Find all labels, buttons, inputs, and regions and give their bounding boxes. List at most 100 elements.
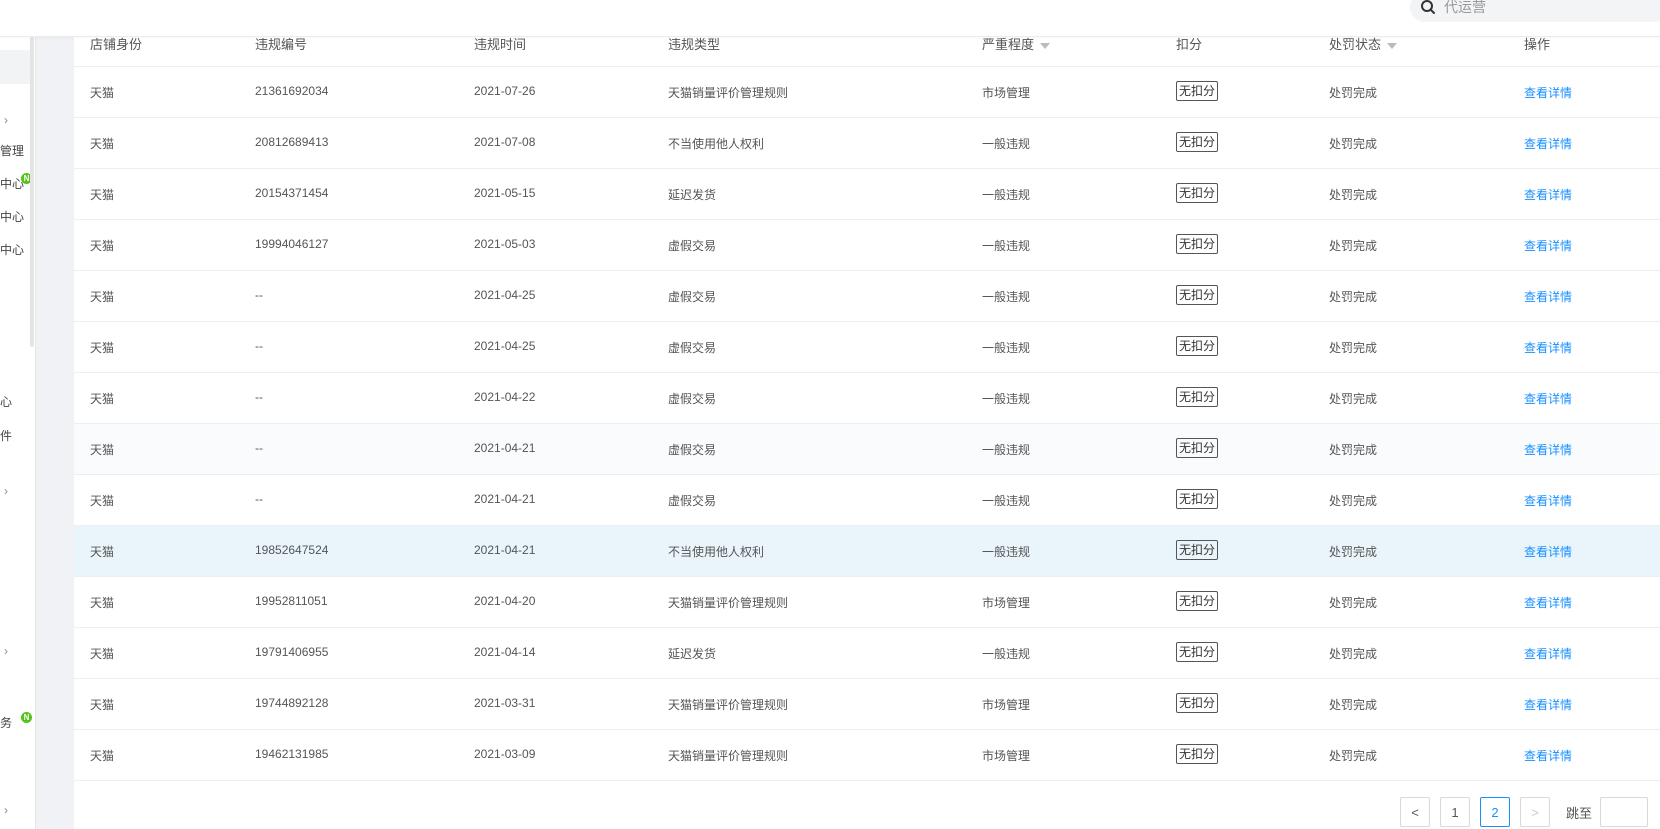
chevron-right-icon[interactable]: ›	[4, 644, 8, 658]
cell-shop: 天猫	[90, 341, 115, 355]
sidebar-item-label[interactable]: 务	[0, 714, 12, 731]
table-row[interactable]: 天猫 19952811051 2021-04-20 天猫销量评价管理规则 市场管理 无扣分…	[74, 576, 1660, 627]
cell-violation-type: 延迟发货	[668, 647, 717, 661]
content-gutter	[36, 37, 74, 829]
search-box[interactable]	[1410, 0, 1660, 22]
cell-violation-type: 延迟发货	[668, 188, 717, 202]
cell-severity: 市场管理	[982, 86, 1031, 100]
view-details-link[interactable]: 查看详情	[1524, 441, 1572, 458]
points-badge: 无扣分	[1176, 489, 1219, 509]
table-row[interactable]: 天猫 19852647524 2021-04-21 不当使用他人权利 一般违规 无扣分 处罚…	[74, 525, 1660, 576]
new-badge: N	[21, 712, 32, 723]
view-details-link[interactable]: 查看详情	[1524, 186, 1572, 203]
pagination: < 1 2 > 跳至	[1400, 797, 1649, 827]
sidebar-item-label[interactable]: 中心	[0, 208, 24, 225]
cell-violation-id: --	[255, 339, 263, 353]
cell-violation-id: 19744892128	[255, 696, 329, 710]
sidebar-item-label[interactable]: 中心	[0, 241, 24, 258]
table-row[interactable]: 天猫 -- 2021-04-25 虚假交易 一般违规 无扣分 处罚完成 查看详情	[74, 321, 1660, 372]
points-badge: 无扣分	[1176, 387, 1219, 407]
cell-violation-id: --	[255, 390, 263, 404]
view-details-link[interactable]: 查看详情	[1524, 390, 1572, 407]
filter-icon[interactable]	[1040, 42, 1051, 49]
page-button-current[interactable]: 2	[1480, 797, 1510, 827]
cell-shop: 天猫	[90, 494, 115, 508]
cell-violation-type: 天猫销量评价管理规则	[668, 596, 789, 610]
view-details-link[interactable]: 查看详情	[1524, 135, 1572, 152]
cell-violation-time: 2021-04-20	[474, 594, 536, 608]
cell-violation-time: 2021-04-14	[474, 645, 536, 659]
cell-status: 处罚完成	[1329, 647, 1378, 661]
cell-status: 处罚完成	[1329, 392, 1378, 406]
chevron-right-icon[interactable]: ›	[4, 484, 8, 498]
cell-severity: 一般违规	[982, 290, 1031, 304]
table-row[interactable]: 天猫 19791406955 2021-04-14 延迟发货 一般违规 无扣分 处罚完成 查看…	[74, 627, 1660, 678]
table-row[interactable]: 天猫 -- 2021-04-21 虚假交易 一般违规 无扣分 处罚完成 查看详情	[74, 423, 1660, 474]
search-input[interactable]	[1444, 0, 1644, 15]
cell-status: 处罚完成	[1329, 188, 1378, 202]
cell-violation-time: 2021-04-21	[474, 492, 536, 506]
chevron-right-icon[interactable]: ›	[4, 803, 8, 817]
cell-severity: 市场管理	[982, 698, 1031, 712]
view-details-link[interactable]: 查看详情	[1524, 339, 1572, 356]
view-details-link[interactable]: 查看详情	[1524, 237, 1572, 254]
table-row[interactable]: 天猫 21361692034 2021-07-26 天猫销量评价管理规则 市场管理 无扣分…	[74, 66, 1660, 117]
cell-shop: 天猫	[90, 239, 115, 253]
points-badge: 无扣分	[1176, 642, 1219, 662]
table-row[interactable]: 天猫 -- 2021-04-21 虚假交易 一般违规 无扣分 处罚完成 查看详情	[74, 474, 1660, 525]
filter-icon[interactable]	[1387, 42, 1398, 49]
view-details-link[interactable]: 查看详情	[1524, 594, 1572, 611]
cell-status: 处罚完成	[1329, 86, 1378, 100]
cell-violation-time: 2021-04-21	[474, 543, 536, 557]
cell-violation-id: --	[255, 492, 263, 506]
view-details-link[interactable]: 查看详情	[1524, 747, 1572, 764]
view-details-link[interactable]: 查看详情	[1524, 543, 1572, 560]
cell-violation-type: 天猫销量评价管理规则	[668, 749, 789, 763]
cell-severity: 一般违规	[982, 188, 1031, 202]
table-row[interactable]: 天猫 -- 2021-04-25 虚假交易 一般违规 无扣分 处罚完成 查看详情	[74, 270, 1660, 321]
table-row[interactable]: 天猫 20154371454 2021-05-15 延迟发货 一般违规 无扣分 处罚完成 查看…	[74, 168, 1660, 219]
cell-violation-time: 2021-04-22	[474, 390, 536, 404]
sidebar-item-label[interactable]: 管理	[0, 142, 24, 159]
jump-label: 跳至	[1566, 805, 1593, 821]
view-details-link[interactable]: 查看详情	[1524, 84, 1572, 101]
sidebar-item-label[interactable]: 件	[0, 427, 12, 444]
chevron-right-icon[interactable]: ›	[4, 113, 8, 127]
table-row[interactable]: 天猫 19994046127 2021-05-03 虚假交易 一般违规 无扣分 处罚完成 查看…	[74, 219, 1660, 270]
cell-status: 处罚完成	[1329, 545, 1378, 559]
sidebar-scrollbar[interactable]	[30, 37, 34, 347]
cell-violation-type: 天猫销量评价管理规则	[668, 698, 789, 712]
sidebar-item-label[interactable]: 心	[0, 393, 12, 410]
table-body: 天猫 21361692034 2021-07-26 天猫销量评价管理规则 市场管理 无扣分…	[74, 66, 1660, 781]
sidebar-active-item[interactable]	[0, 50, 32, 84]
cell-violation-id: 19852647524	[255, 543, 329, 557]
cell-severity: 一般违规	[982, 392, 1031, 406]
table-row[interactable]: 天猫 19462131985 2021-03-09 天猫销量评价管理规则 市场管理 无扣分…	[74, 729, 1660, 780]
cell-violation-id: 19791406955	[255, 645, 329, 659]
table-row[interactable]: 天猫 20812689413 2021-07-08 不当使用他人权利 一般违规 无扣分 处罚…	[74, 117, 1660, 168]
cell-shop: 天猫	[90, 443, 115, 457]
view-details-link[interactable]: 查看详情	[1524, 288, 1572, 305]
cell-severity: 市场管理	[982, 596, 1031, 610]
cell-status: 处罚完成	[1329, 494, 1378, 508]
points-badge: 无扣分	[1176, 438, 1219, 458]
view-details-link[interactable]: 查看详情	[1524, 696, 1572, 713]
cell-violation-time: 2021-03-09	[474, 747, 536, 761]
jump-page-input[interactable]	[1600, 797, 1649, 827]
prev-page-button[interactable]: <	[1400, 797, 1430, 827]
cell-shop: 天猫	[90, 86, 115, 100]
cell-status: 处罚完成	[1329, 290, 1378, 304]
search-icon	[1421, 0, 1435, 14]
cell-shop: 天猫	[90, 596, 115, 610]
points-badge: 无扣分	[1176, 744, 1219, 764]
next-page-button[interactable]: >	[1520, 797, 1550, 827]
table-row[interactable]: 天猫 19744892128 2021-03-31 天猫销量评价管理规则 市场管理 无扣分…	[74, 678, 1660, 729]
view-details-link[interactable]: 查看详情	[1524, 645, 1572, 662]
cell-violation-time: 2021-04-25	[474, 339, 536, 353]
points-badge: 无扣分	[1176, 336, 1219, 356]
page-button[interactable]: 1	[1440, 797, 1470, 827]
cell-violation-time: 2021-07-08	[474, 135, 536, 149]
violations-table-panel: 店铺身份 违规编号 违规时间 违规类型 严重程度 扣分 处罚状态 操作 天猫 21…	[74, 37, 1660, 829]
table-row[interactable]: 天猫 -- 2021-04-22 虚假交易 一般违规 无扣分 处罚完成 查看详情	[74, 372, 1660, 423]
view-details-link[interactable]: 查看详情	[1524, 492, 1572, 509]
